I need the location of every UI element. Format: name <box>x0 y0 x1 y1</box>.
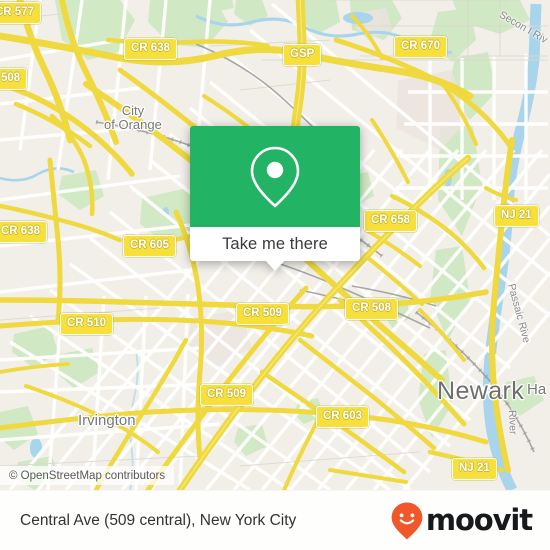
map-attribution-text: © OpenStreetMap contributors <box>9 469 166 482</box>
moovit-brand[interactable]: moovit <box>390 501 533 541</box>
location-pin-icon <box>250 146 300 207</box>
location-title: Central Ave (509 central), New York City <box>20 511 297 529</box>
footer-bar: Central Ave (509 central), New York City… <box>0 490 550 550</box>
callout-cta[interactable]: Take me there <box>190 227 360 271</box>
moovit-pin-icon <box>391 502 423 539</box>
location-callout-card[interactable]: Take me there <box>190 126 360 271</box>
map-attribution[interactable]: © OpenStreetMap contributors <box>0 466 175 485</box>
map-screenshot-root: City of Orange Newark Irvington Ha Secon… <box>0 0 550 550</box>
callout-pointer <box>265 260 285 271</box>
map-canvas[interactable]: City of Orange Newark Irvington Ha Secon… <box>0 0 550 490</box>
callout-cta-label: Take me there <box>222 234 328 253</box>
callout-header <box>190 126 360 227</box>
moovit-wordmark: moovit <box>425 503 533 537</box>
